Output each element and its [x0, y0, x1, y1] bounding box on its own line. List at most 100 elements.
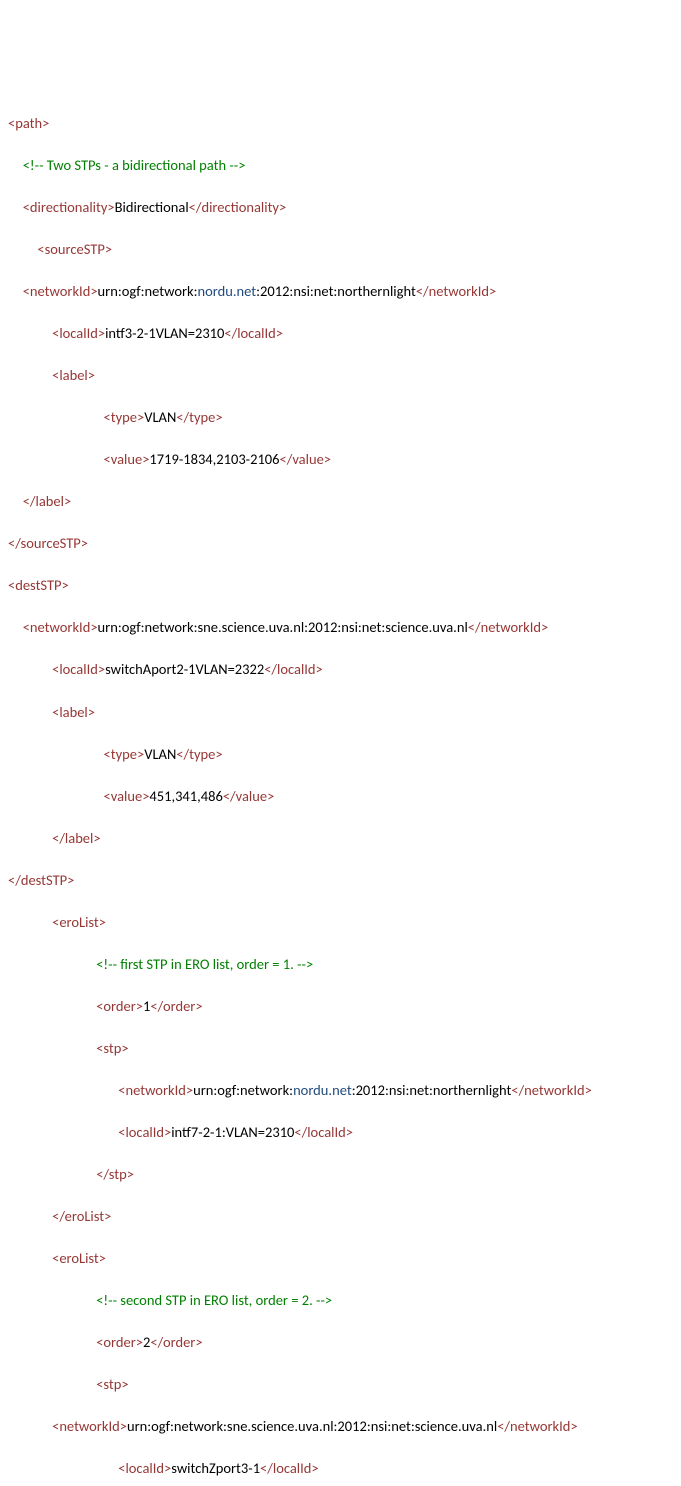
tag-open-label: <label> — [52, 703, 95, 721]
code-line: <networkId>urn:ogf:network:nordu.net:201… — [118, 1080, 673, 1101]
tag-open-erolist: <eroList> — [52, 913, 106, 931]
tag-close: </type> — [176, 745, 222, 763]
tag-close-label: </label> — [23, 492, 71, 510]
code-line: <type>VLAN</type> — [104, 407, 673, 428]
code-line: <directionality>Bidirectional</direction… — [23, 197, 673, 218]
tag-close-erolist: </eroList> — [52, 1207, 111, 1225]
text-value: 1 — [143, 997, 150, 1015]
tag-close-label: </label> — [52, 829, 100, 847]
tag-open: <value> — [104, 450, 150, 468]
tag-close-deststp: </destSTP> — [8, 871, 74, 889]
tag-open: <type> — [104, 745, 145, 763]
tag-open: <order> — [96, 1333, 143, 1351]
code-line: <networkId>urn:ogf:network:nordu.net:201… — [23, 281, 673, 302]
code-line: <!-- second STP in ERO list, order = 2. … — [96, 1290, 673, 1311]
tag-open: <networkId> — [23, 618, 98, 636]
code-line: <!-- first STP in ERO list, order = 1. -… — [96, 954, 673, 975]
tag-close: </type> — [176, 408, 222, 426]
tag-close: </networkId> — [416, 282, 496, 300]
tag-open: <localId> — [118, 1459, 171, 1477]
tag-close: </value> — [223, 787, 275, 805]
code-line: <label> — [52, 702, 673, 723]
code-line: </destSTP> — [8, 870, 673, 891]
code-line: <localId>intf3-2-1VLAN=2310</localId> — [52, 323, 673, 344]
code-line: <localId>switchZport3-1</localId> — [118, 1458, 673, 1479]
code-line: <destSTP> — [8, 575, 673, 596]
tag-close: </localId> — [260, 1459, 319, 1477]
text-value: urn:ogf:network: — [98, 282, 198, 300]
tag-close: </directionality> — [189, 198, 287, 216]
comment: <!-- Two STPs - a bidirectional path --> — [23, 156, 246, 174]
tag-close: </order> — [150, 1333, 202, 1351]
tag-open-label: <label> — [52, 366, 95, 384]
code-line: <!-- Two STPs - a bidirectional path --> — [23, 155, 673, 176]
tag-open-erolist: <eroList> — [52, 1249, 106, 1267]
tag-close: </localId> — [294, 1123, 353, 1141]
text-value: intf7-2-1:VLAN=2310 — [171, 1123, 294, 1141]
tag-open: <localId> — [52, 324, 105, 342]
tag-close-sourcestp: </sourceSTP> — [8, 534, 88, 552]
code-line: <type>VLAN</type> — [104, 744, 673, 765]
tag-open-sourcestp: <sourceSTP> — [37, 240, 112, 258]
tag-open: <order> — [96, 997, 143, 1015]
code-line: <stp> — [96, 1038, 673, 1059]
text-value: urn:ogf:network:sne.science.uva.nl:2012:… — [127, 1417, 497, 1435]
tag-open: <value> — [104, 787, 150, 805]
code-line: <stp> — [96, 1374, 673, 1395]
text-value: Bidirectional — [115, 198, 189, 216]
tag-close: </value> — [280, 450, 332, 468]
tag-close: </networkId> — [497, 1417, 577, 1435]
code-line: </label> — [52, 828, 673, 849]
code-line: </stp> — [96, 1164, 673, 1185]
tag-open: <localId> — [118, 1123, 171, 1141]
code-line: </label> — [23, 491, 673, 512]
text-value: :2012:nsi:net:northernlight — [352, 1081, 512, 1099]
text-value: 2 — [143, 1333, 150, 1351]
code-line: <order>1</order> — [96, 996, 673, 1017]
tag-open-path: <path> — [8, 114, 49, 132]
tag-open: <networkId> — [118, 1081, 193, 1099]
tag-close: </networkId> — [511, 1081, 591, 1099]
tag-close: </networkId> — [468, 618, 548, 636]
tag-open-stp: <stp> — [96, 1375, 128, 1393]
text-value: switchAport2-1VLAN=2322 — [105, 660, 264, 678]
tag-open: <type> — [104, 408, 145, 426]
tag-close: </localId> — [264, 660, 323, 678]
tag-close-stp: </stp> — [96, 1165, 134, 1183]
code-line: <eroList> — [52, 1248, 673, 1269]
tag-close: </order> — [150, 997, 202, 1015]
code-line: <order>2</order> — [96, 1332, 673, 1353]
text-value: VLAN — [144, 745, 176, 763]
code-line: <label> — [52, 365, 673, 386]
tag-open: <localId> — [52, 660, 105, 678]
tag-open-deststp: <destSTP> — [8, 576, 69, 594]
code-line: <eroList> — [52, 912, 673, 933]
code-line: <value>1719-1834,2103-2106</value> — [104, 449, 673, 470]
tag-open-stp: <stp> — [96, 1039, 128, 1057]
text-value: switchZport3-1 — [171, 1459, 260, 1477]
code-line: <sourceSTP> — [37, 239, 673, 260]
text-value: VLAN — [144, 408, 176, 426]
code-line: <value>451,341,486</value> — [104, 786, 673, 807]
code-line: </eroList> — [52, 1206, 673, 1227]
comment: <!-- first STP in ERO list, order = 1. -… — [96, 955, 313, 973]
tag-open: <networkId> — [23, 282, 98, 300]
tag-open: <directionality> — [23, 198, 115, 216]
code-line: <networkId>urn:ogf:network:sne.science.u… — [23, 617, 673, 638]
code-line: <localId>intf7-2-1:VLAN=2310</localId> — [118, 1122, 673, 1143]
code-line: </sourceSTP> — [8, 533, 673, 554]
text-value: urn:ogf:network: — [193, 1081, 293, 1099]
xml-code-block: <path> <!-- Two STPs - a bidirectional p… — [8, 92, 673, 1486]
link-text: nordu.net — [198, 282, 257, 300]
text-value: 1719-1834,2103-2106 — [149, 450, 279, 468]
link-text: nordu.net — [293, 1081, 352, 1099]
text-value: urn:ogf:network:sne.science.uva.nl:2012:… — [98, 618, 468, 636]
tag-open: <networkId> — [52, 1417, 127, 1435]
text-value: 451,341,486 — [149, 787, 222, 805]
code-line: <networkId>urn:ogf:network:sne.science.u… — [52, 1416, 673, 1437]
tag-close: </localId> — [224, 324, 283, 342]
comment: <!-- second STP in ERO list, order = 2. … — [96, 1291, 332, 1309]
text-value: :2012:nsi:net:northernlight — [256, 282, 416, 300]
code-line: <localId>switchAport2-1VLAN=2322</localI… — [52, 659, 673, 680]
text-value: intf3-2-1VLAN=2310 — [105, 324, 224, 342]
